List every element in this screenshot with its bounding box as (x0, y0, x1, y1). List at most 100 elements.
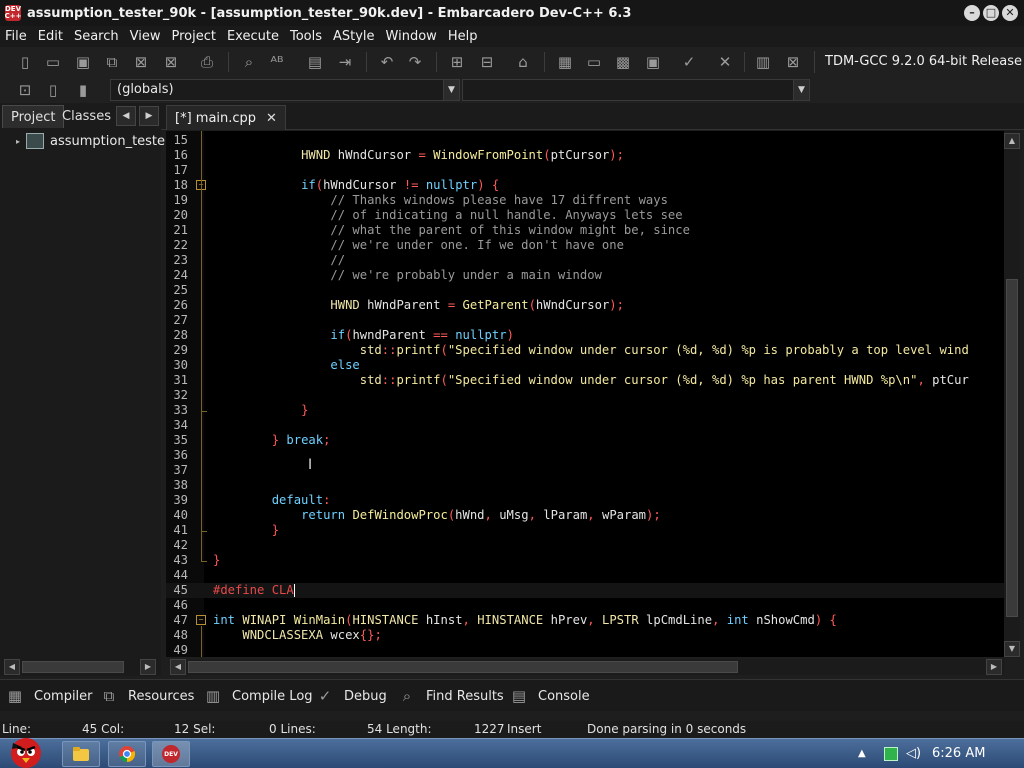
new-file-icon[interactable]: ▯ (14, 51, 36, 73)
code-text[interactable]: else (213, 358, 359, 373)
compile-run-icon[interactable]: ▩ (612, 51, 634, 73)
compiler-select[interactable]: TDM-GCC 9.2.0 64-bit Release (814, 51, 1024, 73)
tab-classes[interactable]: Classes (54, 105, 119, 128)
start-bird-icon[interactable] (0, 733, 52, 768)
goto-line-icon[interactable]: ⇥ (334, 51, 356, 73)
code-text[interactable]: return DefWindowProc(hWnd, uMsg, lParam,… (213, 508, 661, 523)
tab-find-results[interactable]: ⌕ Find Results (396, 684, 504, 708)
menu-view[interactable]: View (125, 29, 166, 44)
toggle-bookmark-icon[interactable]: ▯ (42, 79, 64, 101)
code-line[interactable]: 23 // (166, 253, 1004, 268)
code-line[interactable]: 26 HWND hWndParent = GetParent(hWndCurso… (166, 298, 1004, 313)
code-line[interactable]: 35 } break; (166, 433, 1004, 448)
check-syntax-icon[interactable]: ✓ (678, 51, 700, 73)
devcpp-app-icon[interactable]: DEV C++ (5, 5, 21, 21)
code-text[interactable]: // what the parent of this window might … (213, 223, 690, 238)
close-file-icon[interactable]: ⊠ (130, 51, 152, 73)
code-text[interactable]: if(hWndCursor != nullptr) { (213, 178, 499, 193)
menu-project[interactable]: Project (166, 29, 220, 44)
expand-icon[interactable]: ▸ (16, 137, 26, 146)
menu-window[interactable]: Window (381, 29, 442, 44)
code-text[interactable]: } (213, 523, 279, 538)
code-line[interactable]: 42 (166, 538, 1004, 553)
tab-main-cpp[interactable]: [*] main.cpp ✕ (166, 105, 286, 130)
menu-astyle[interactable]: AStyle (328, 29, 380, 44)
code-line[interactable]: 27 (166, 313, 1004, 328)
code-line[interactable]: 17 (166, 163, 1004, 178)
maximize-button[interactable]: □ (983, 5, 999, 21)
explorer-taskbar-icon[interactable] (62, 741, 100, 767)
close-button[interactable]: ✕ (1002, 5, 1018, 21)
code-editor[interactable]: 15 16 HWND hWndCursor = WindowFromPoint(p… (166, 131, 1004, 657)
code-text[interactable]: #define CLA (213, 583, 295, 598)
chevron-down-icon[interactable]: ▼ (443, 80, 459, 100)
insert-icon[interactable]: ⊡ (14, 79, 36, 101)
code-text[interactable]: // of indicating a null handle. Anyways … (213, 208, 682, 223)
code-text[interactable]: // Thanks windows please have 17 diffren… (213, 193, 668, 208)
code-line[interactable]: 22 // we're under one. If we don't have … (166, 238, 1004, 253)
code-text[interactable]: int WINAPI WinMain(HINSTANCE hInst, HINS… (213, 613, 837, 628)
tab-compile-log[interactable]: ▥ Compile Log (202, 684, 313, 708)
code-text[interactable]: } (213, 553, 220, 568)
code-line[interactable]: 29 std::printf("Specified window under c… (166, 343, 1004, 358)
code-line[interactable]: 16 HWND hWndCursor = WindowFromPoint(ptC… (166, 148, 1004, 163)
code-text[interactable]: WNDCLASSEXA wcex{}; (213, 628, 381, 643)
replace-icon[interactable]: ᴬᴮ (266, 51, 288, 73)
goto-bookmark-icon[interactable]: ▮ (72, 79, 94, 101)
project-hscrollbar[interactable]: ◀ ▶ (4, 659, 156, 675)
chevron-down-icon[interactable]: ▼ (793, 80, 809, 100)
code-text[interactable]: } break; (213, 433, 331, 448)
code-line[interactable]: 18 if(hWndCursor != nullptr) { (166, 178, 1004, 193)
tray-up-arrow-icon[interactable]: ▲ (858, 747, 872, 761)
project-options-icon[interactable]: ⌂ (512, 51, 534, 73)
close-icon[interactable]: ✕ (266, 111, 277, 126)
code-line[interactable]: 39 default: (166, 493, 1004, 508)
volume-icon[interactable]: ◁) (906, 747, 921, 761)
chevron-right-icon[interactable]: ▶ (139, 106, 159, 126)
code-text[interactable]: } (213, 403, 308, 418)
scroll-down-icon[interactable]: ▼ (1004, 641, 1020, 657)
editor-vscrollbar[interactable]: ▲ ▼ (1004, 131, 1020, 658)
menu-execute[interactable]: Execute (222, 29, 284, 44)
code-line[interactable]: 34 (166, 418, 1004, 433)
code-line[interactable]: 15 (166, 133, 1004, 148)
code-line[interactable]: 48 WNDCLASSEXA wcex{}; (166, 628, 1004, 643)
devcpp-taskbar-icon[interactable]: DEV (152, 741, 190, 767)
code-line[interactable]: 21 // what the parent of this window mig… (166, 223, 1004, 238)
code-text[interactable]: std::printf("Specified window under curs… (213, 343, 969, 358)
undo-icon[interactable]: ↶ (376, 51, 398, 73)
code-text[interactable]: std::printf("Specified window under curs… (213, 373, 969, 388)
editor-hscrollbar[interactable]: ◀ ▶ (170, 659, 1004, 675)
code-line[interactable]: 30 else (166, 358, 1004, 373)
code-text[interactable]: default: (213, 493, 331, 508)
save-all-icon[interactable]: ⧉ (101, 51, 123, 73)
print-icon[interactable]: ⎙ (196, 51, 218, 73)
tab-resources[interactable]: ⧉ Resources (98, 684, 195, 708)
code-line[interactable]: 46 (166, 598, 1004, 613)
code-line[interactable]: 36 (166, 448, 1004, 463)
code-text[interactable]: // we're under one. If we don't have one (213, 238, 624, 253)
add-to-project-icon[interactable]: ⊟ (476, 51, 498, 73)
code-line[interactable]: 43} (166, 553, 1004, 568)
tab-console[interactable]: ▤ Console (508, 684, 590, 708)
function-combo[interactable]: ▼ (462, 79, 810, 101)
code-text[interactable]: HWND hWndCursor = WindowFromPoint(ptCurs… (213, 148, 624, 163)
scroll-thumb[interactable] (188, 661, 738, 673)
scope-combo[interactable]: (globals) ▼ (110, 79, 460, 101)
code-line[interactable]: 28 if(hwndParent == nullptr) (166, 328, 1004, 343)
code-line[interactable]: 41 } (166, 523, 1004, 538)
code-line[interactable]: 32 (166, 388, 1004, 403)
scroll-up-icon[interactable]: ▲ (1004, 133, 1020, 149)
code-text[interactable]: // we're probably under a main window (213, 268, 602, 283)
scroll-left-icon[interactable]: ◀ (170, 659, 186, 675)
code-line[interactable]: 49 (166, 643, 1004, 657)
code-line[interactable]: 24 // we're probably under a main window (166, 268, 1004, 283)
code-text[interactable]: // (213, 253, 345, 268)
redo-icon[interactable]: ↷ (404, 51, 426, 73)
minimize-button[interactable]: – (964, 5, 980, 21)
code-line[interactable]: 37 (166, 463, 1004, 478)
code-text[interactable]: if(hwndParent == nullptr) (213, 328, 514, 343)
tab-compiler[interactable]: ▦ Compiler (4, 684, 93, 708)
close-all-icon[interactable]: ⊠ (160, 51, 182, 73)
code-line[interactable]: 19 // Thanks windows please have 17 diff… (166, 193, 1004, 208)
